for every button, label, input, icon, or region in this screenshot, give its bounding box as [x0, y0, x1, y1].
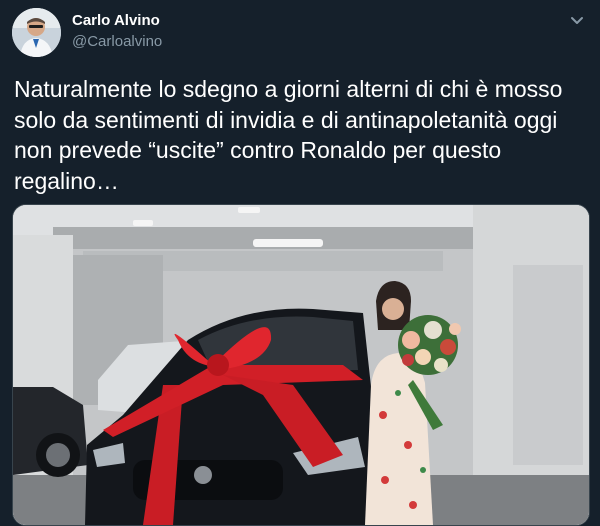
chevron-down-icon[interactable]	[568, 12, 586, 30]
tweet-card[interactable]: Carlo Alvino @Carloalvino Naturalmente l…	[0, 0, 600, 526]
author-block: Carlo Alvino @Carloalvino	[72, 12, 162, 52]
author-handle[interactable]: @Carloalvino	[72, 32, 162, 52]
avatar-image	[12, 8, 61, 57]
avatar[interactable]	[12, 8, 61, 57]
author-display-name[interactable]: Carlo Alvino	[72, 12, 162, 30]
tweet-photo[interactable]	[12, 204, 590, 526]
tweet-text: Naturalmente lo sdegno a giorni alterni …	[14, 76, 563, 194]
photo-image	[13, 205, 589, 525]
